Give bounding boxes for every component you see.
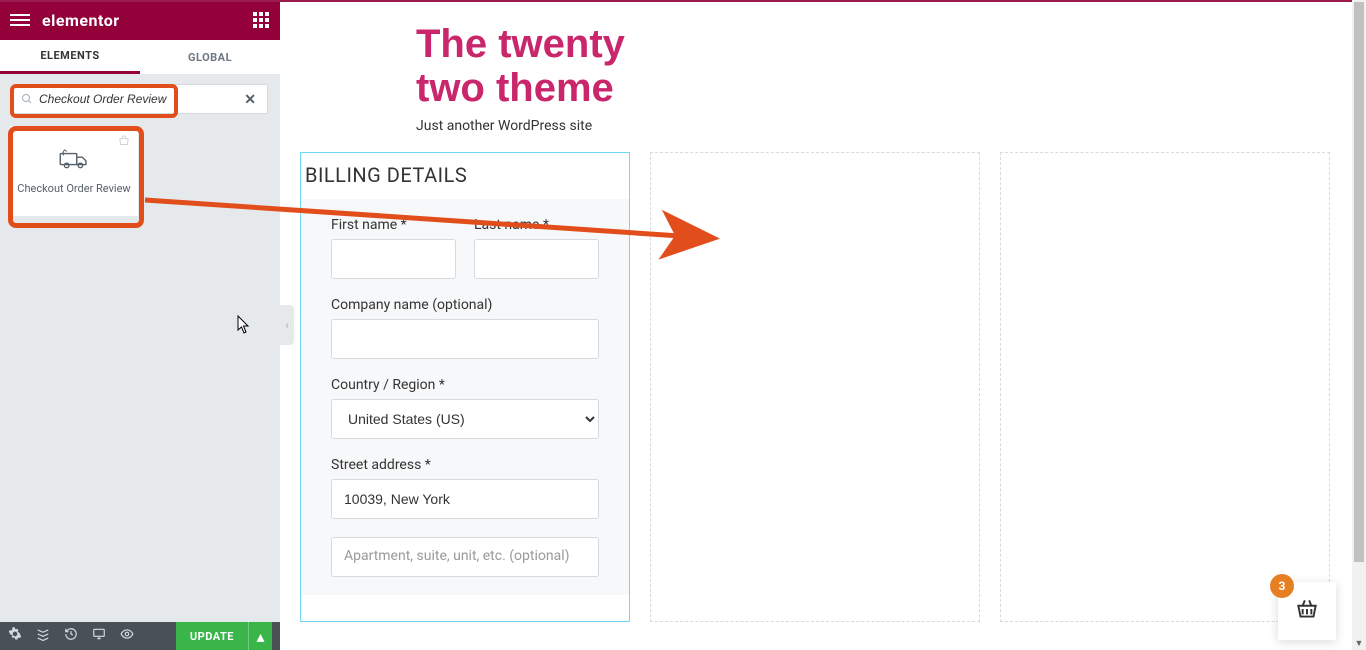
settings-icon[interactable] [8,627,22,645]
widget-label: Checkout Order Review [17,182,130,195]
site-tagline: Just another WordPress site [416,118,1232,134]
navigator-icon[interactable] [36,627,50,645]
search-box [12,84,268,114]
tab-global[interactable]: GLOBAL [140,40,280,74]
company-field-wrap: Company name (optional) [331,297,599,359]
column-empty-3[interactable] [1000,152,1330,622]
street-field[interactable] [331,479,599,519]
site-title: The twenty two theme [416,22,1232,110]
search-wrap: ✕ [0,74,280,120]
panel-header-left: elementor [10,11,120,30]
country-select[interactable]: United States (US) [331,399,599,439]
truck-icon [59,148,89,174]
panel-footer: UPDATE ▴ [0,622,280,650]
basket-icon [1294,596,1320,626]
site-header: The twenty two theme Just another WordPr… [296,2,1352,152]
street-field-wrap: Street address * [331,457,599,519]
last-name-field[interactable] [474,239,599,279]
apt-field[interactable]: Apartment, suite, unit, etc. (optional) [331,537,599,577]
panel-header: elementor [0,0,280,40]
billing-form: First name * Last name * Company name (o… [301,199,629,595]
update-button[interactable]: UPDATE [176,622,248,650]
search-input[interactable] [39,92,259,106]
country-field-wrap: Country / Region * United States (US) [331,377,599,439]
company-field[interactable] [331,319,599,359]
site-title-line2: two theme [416,66,614,110]
widget-checkout-order-review[interactable]: Checkout Order Review [10,126,138,216]
search-icon [21,90,33,109]
street-label: Street address * [331,457,599,473]
last-name-field-wrap: Last name * [474,217,599,279]
preview-icon[interactable] [120,627,134,645]
menu-icon[interactable] [10,14,30,26]
elementor-panel: elementor ELEMENTS GLOBAL ✕ Checkout Ord… [0,0,280,650]
clear-search-icon[interactable]: ✕ [244,92,256,108]
first-name-field-wrap: First name * [331,217,456,279]
top-border [0,0,1352,2]
scrollbar-thumb[interactable] [1354,2,1364,562]
scroll-down-icon[interactable]: ▼ [1352,636,1366,650]
responsive-icon[interactable] [92,627,106,645]
name-row: First name * Last name * [331,217,599,297]
pro-badge-icon [117,133,131,152]
page-scrollbar[interactable]: ▲ ▼ [1352,0,1366,650]
site-title-line1: The twenty [416,22,625,66]
preview-canvas: The twenty two theme Just another WordPr… [296,2,1352,650]
widgets-list: Checkout Order Review [0,120,280,622]
column-empty-2[interactable] [650,152,980,622]
history-icon[interactable] [64,627,78,645]
column-billing[interactable]: BILLING DETAILS First name * Last name *… [300,152,630,622]
country-label: Country / Region * [331,377,599,393]
company-label: Company name (optional) [331,297,599,313]
update-dropdown[interactable]: ▴ [248,622,272,650]
brand-logo: elementor [42,11,120,30]
billing-heading: BILLING DETAILS [301,153,629,199]
first-name-label: First name * [331,217,456,233]
collapse-panel-button[interactable]: ‹ [280,305,294,345]
last-name-label: Last name * [474,217,599,233]
panel-tabs: ELEMENTS GLOBAL [0,40,280,74]
tab-elements[interactable]: ELEMENTS [0,40,140,74]
first-name-field[interactable] [331,239,456,279]
section-columns: BILLING DETAILS First name * Last name *… [296,152,1352,622]
cart-count-badge: 3 [1270,574,1294,598]
update-button-group: UPDATE ▴ [176,622,272,650]
apps-icon[interactable] [252,11,270,29]
